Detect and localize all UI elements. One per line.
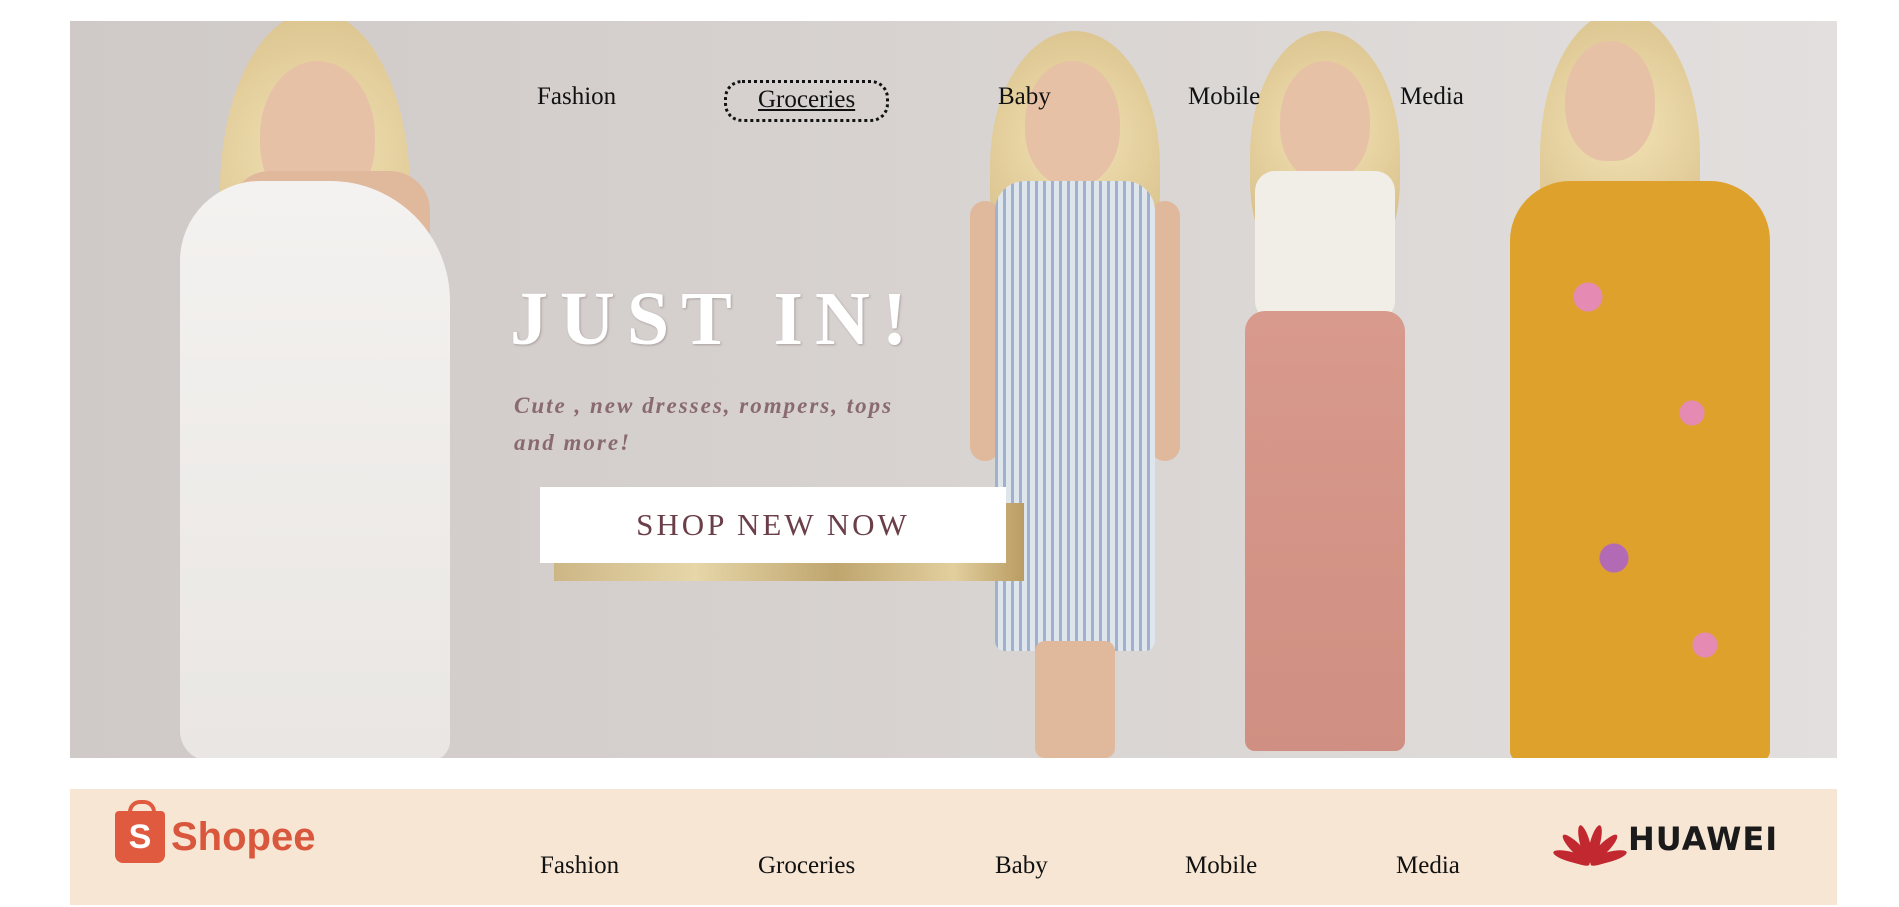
- hero-copy: JUST IN! Cute , new dresses, rompers, to…: [510, 276, 934, 461]
- huawei-wordmark: HUAWEI: [1628, 820, 1779, 858]
- huawei-logo[interactable]: HUAWEI: [1552, 816, 1779, 867]
- bar-nav-mobile[interactable]: Mobile: [1185, 852, 1257, 880]
- hero-subline: Cute , new dresses, rompers, tops and mo…: [514, 393, 894, 455]
- shopee-logo[interactable]: S Shopee: [115, 800, 316, 863]
- shopee-wordmark: Shopee: [171, 814, 316, 859]
- nav-mobile[interactable]: Mobile: [1188, 83, 1260, 111]
- shop-new-now-button[interactable]: SHOP NEW NOW: [540, 487, 1006, 563]
- hero-nav: Fashion Groceries Baby Mobile Media: [70, 21, 1837, 161]
- cta-container: SHOP NEW NOW: [540, 487, 1024, 597]
- brand-bar: S Shopee Fashion Groceries Baby Mobile M…: [70, 789, 1837, 905]
- hero-banner: Fashion Groceries Baby Mobile Media JUST…: [70, 21, 1837, 758]
- nav-media[interactable]: Media: [1400, 83, 1464, 111]
- nav-groceries[interactable]: Groceries: [724, 80, 890, 122]
- huawei-petals-icon: [1552, 816, 1628, 867]
- bar-nav-fashion[interactable]: Fashion: [540, 852, 619, 880]
- nav-fashion[interactable]: Fashion: [537, 83, 616, 111]
- bar-nav-baby[interactable]: Baby: [995, 852, 1048, 880]
- hero-headline: JUST IN!: [510, 277, 920, 361]
- bar-nav-groceries[interactable]: Groceries: [758, 852, 855, 880]
- nav-baby[interactable]: Baby: [998, 83, 1051, 111]
- shopee-bag-icon: S: [115, 800, 165, 863]
- bar-nav-media[interactable]: Media: [1396, 852, 1460, 880]
